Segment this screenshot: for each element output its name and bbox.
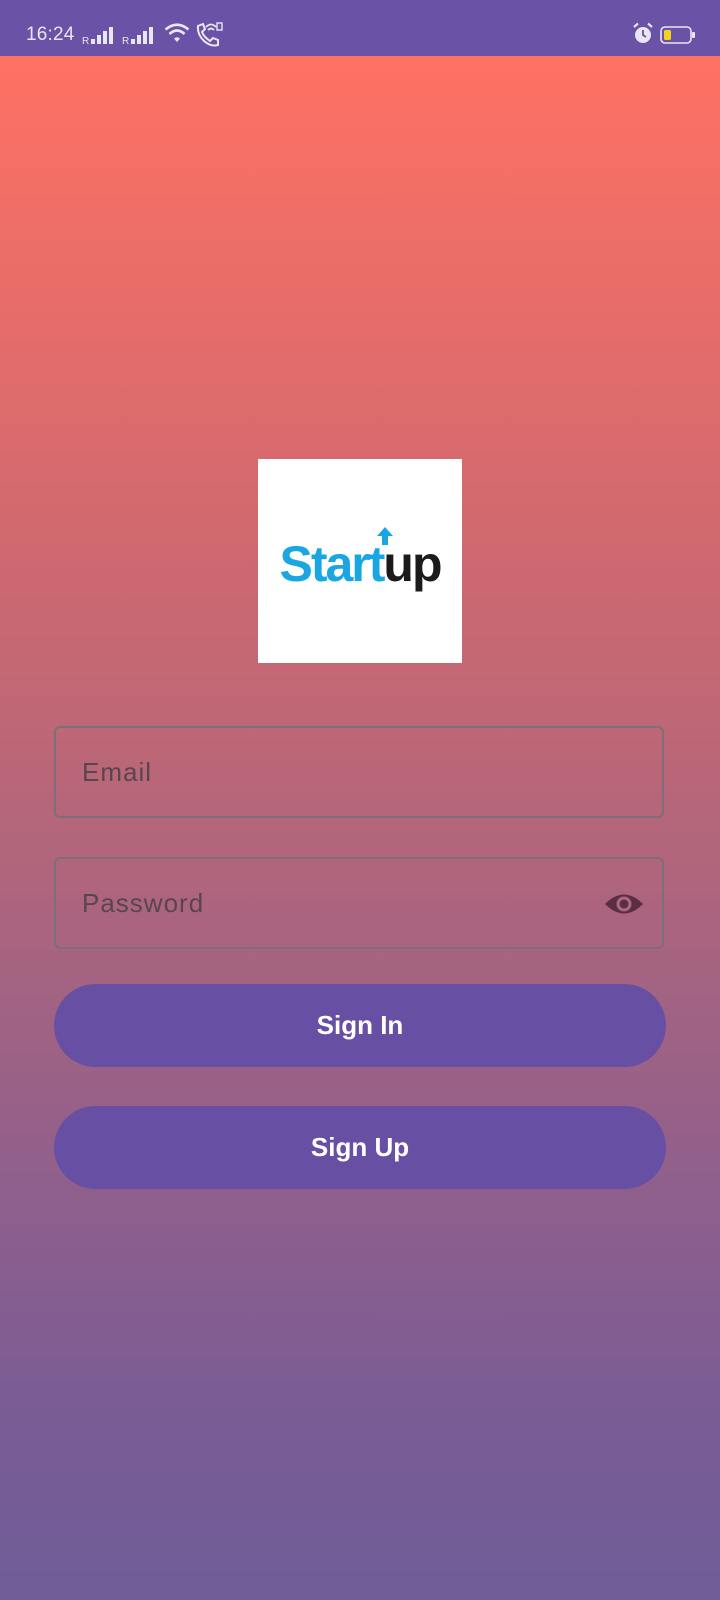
sign-up-button[interactable]: Sign Up [54, 1106, 666, 1189]
sign-in-button[interactable]: Sign In [54, 984, 666, 1067]
gradient-background [0, 56, 720, 1600]
email-field [54, 726, 664, 818]
status-time: 16:24 [26, 24, 75, 45]
alarm-icon [633, 22, 653, 43]
password-input[interactable] [56, 859, 662, 947]
svg-text:R: R [122, 36, 129, 46]
logo-text-start: Start [279, 536, 385, 592]
svg-text:R: R [82, 36, 89, 46]
signal-icon: R [122, 27, 153, 46]
logo-text-up: up [377, 527, 443, 589]
battery-icon [660, 26, 695, 44]
arrow-up-icon [377, 527, 394, 545]
email-input[interactable] [56, 728, 662, 816]
logo-wordmark: Start up [279, 527, 443, 592]
eye-icon[interactable] [604, 889, 644, 919]
login-screen: 16:24 R R Start up Email Sign In Sign Up [0, 0, 720, 1600]
signal-icon: R [82, 27, 113, 46]
wifi-call-icon [196, 22, 223, 47]
wifi-icon [164, 23, 190, 42]
password-field [54, 857, 664, 949]
startup-logo: Start up [258, 459, 462, 663]
status-bar: 16:24 R R [0, 0, 720, 56]
